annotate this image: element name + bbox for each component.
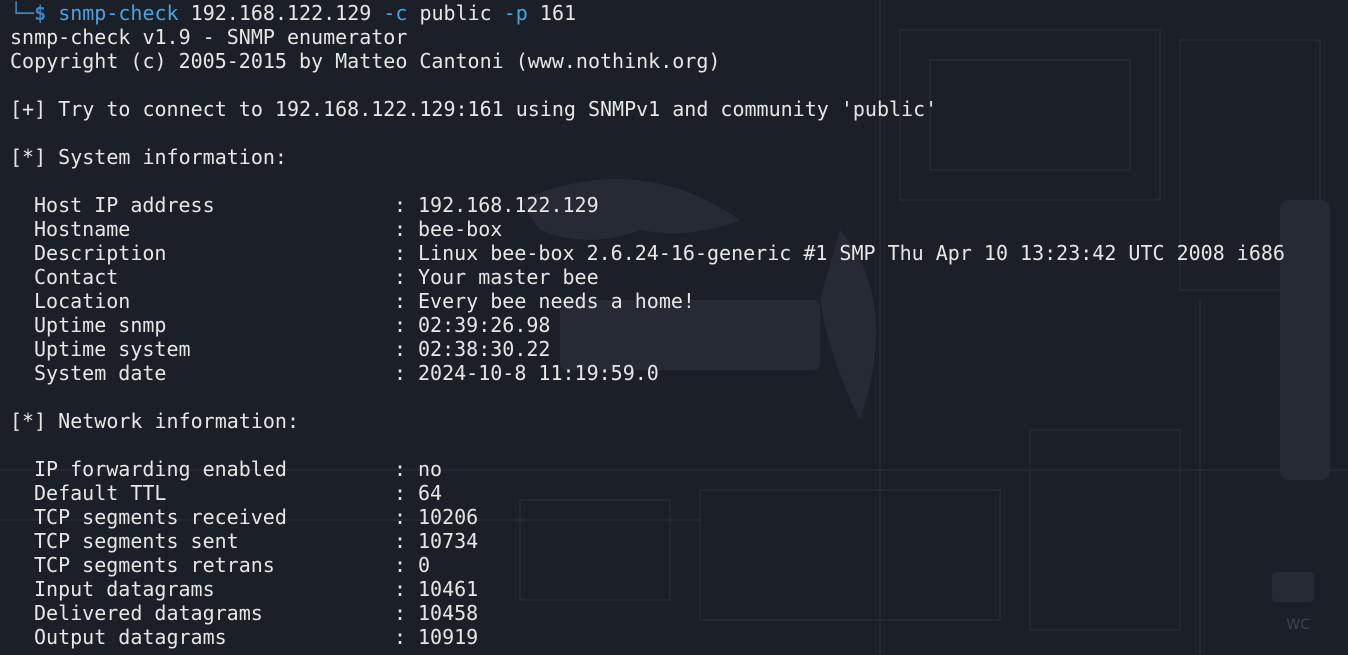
info-key: System date xyxy=(34,361,167,385)
info-value: 10919 xyxy=(418,625,479,649)
info-key: Default TTL xyxy=(34,481,167,505)
info-separator: : xyxy=(394,361,407,385)
connect-status-line: [+] Try to connect to 192.168.122.129:16… xyxy=(10,97,938,121)
info-separator: : xyxy=(394,313,407,337)
port-flag: -p xyxy=(503,1,528,25)
banner-copyright-line: Copyright (c) 2005-2015 by Matteo Canton… xyxy=(10,49,721,73)
system-info-list: Host IP address:192.168.122.129 Hostname… xyxy=(10,193,1348,385)
system-info-row: Uptime system:02:38:30.22 xyxy=(10,337,1348,361)
info-value: 02:38:30.22 xyxy=(418,337,551,361)
command-target: 192.168.122.129 xyxy=(190,1,372,25)
info-separator: : xyxy=(394,217,407,241)
info-separator: : xyxy=(394,505,407,529)
info-value: 64 xyxy=(418,481,443,505)
network-info-row: TCP segments sent:10734 xyxy=(10,529,1348,553)
info-key: Uptime system xyxy=(34,337,191,361)
info-separator: : xyxy=(394,553,407,577)
network-info-list: IP forwarding enabled: no Default TTL:64 … xyxy=(10,457,1348,649)
info-separator: : xyxy=(394,577,407,601)
system-info-row: Location: Every bee needs a home! xyxy=(10,289,1348,313)
info-value: 02:39:26.98 xyxy=(418,313,551,337)
port-value: 161 xyxy=(539,1,577,25)
banner-version-line: snmp-check v1.9 - SNMP enumerator xyxy=(10,25,408,49)
community-value: public xyxy=(419,1,492,25)
community-flag: -c xyxy=(383,1,408,25)
info-key: Location xyxy=(34,289,131,313)
info-separator: : xyxy=(394,289,407,313)
network-info-row: Delivered datagrams:10458 xyxy=(10,601,1348,625)
network-info-row: TCP segments received:10206 xyxy=(10,505,1348,529)
info-key: Hostname xyxy=(34,217,131,241)
info-value: 10206 xyxy=(418,505,479,529)
info-key: Input datagrams xyxy=(34,577,215,601)
info-value: Your master bee xyxy=(418,265,599,289)
info-value: Every bee needs a home! xyxy=(418,289,695,313)
system-info-header: [*] System information: xyxy=(10,145,287,169)
info-key: TCP segments received xyxy=(34,505,287,529)
info-key: Description xyxy=(34,241,167,265)
info-value: bee-box xyxy=(418,217,503,241)
info-value: 192.168.122.129 xyxy=(418,193,599,217)
info-key: TCP segments retrans xyxy=(34,553,275,577)
info-value: 2024-10-8 11:19:59.0 xyxy=(418,361,659,385)
command-name: snmp-check xyxy=(58,1,179,25)
info-value: 0 xyxy=(418,553,431,577)
system-info-row: Contact: Your master bee xyxy=(10,265,1348,289)
system-info-row: System date:2024-10-8 11:19:59.0 xyxy=(10,361,1348,385)
network-info-row: TCP segments retrans:0 xyxy=(10,553,1348,577)
info-key: TCP segments sent xyxy=(34,529,239,553)
info-value: Linux bee-box 2.6.24-16-generic #1 SMP T… xyxy=(418,241,1285,265)
info-separator: : xyxy=(394,625,407,649)
network-info-row: Input datagrams:10461 xyxy=(10,577,1348,601)
info-value: no xyxy=(418,457,443,481)
network-info-row: Default TTL:64 xyxy=(10,481,1348,505)
prompt-dollar-sign: $ xyxy=(34,1,47,25)
info-separator: : xyxy=(394,193,407,217)
info-separator: : xyxy=(394,457,407,481)
info-key: Contact xyxy=(34,265,119,289)
system-info-row: Host IP address:192.168.122.129 xyxy=(10,193,1348,217)
info-value: 10458 xyxy=(418,601,479,625)
system-info-row: Uptime snmp:02:39:26.98 xyxy=(10,313,1348,337)
info-separator: : xyxy=(394,337,407,361)
system-info-row: Description: Linux bee-box 2.6.24-16-gene… xyxy=(10,241,1348,265)
system-info-row: Hostname: bee-box xyxy=(10,217,1348,241)
info-value: 10734 xyxy=(418,529,479,553)
terminal-output[interactable]: └─$ snmp-check 192.168.122.129 -c public… xyxy=(10,1,1348,649)
info-key: Host IP address xyxy=(34,193,215,217)
info-separator: : xyxy=(394,241,407,265)
info-key: Uptime snmp xyxy=(34,313,167,337)
info-value: 10461 xyxy=(418,577,479,601)
info-key: Delivered datagrams xyxy=(34,601,263,625)
info-separator: : xyxy=(394,265,407,289)
info-separator: : xyxy=(394,481,407,505)
network-info-row: IP forwarding enabled: no xyxy=(10,457,1348,481)
info-key: IP forwarding enabled xyxy=(34,457,287,481)
network-info-header: [*] Network information: xyxy=(10,409,299,433)
network-info-row: Output datagrams:10919 xyxy=(10,625,1348,649)
prompt-corner-glyph: └─ xyxy=(10,1,35,25)
info-key: Output datagrams xyxy=(34,625,227,649)
info-separator: : xyxy=(394,601,407,625)
command-prompt-line: └─$ snmp-check 192.168.122.129 -c public… xyxy=(10,1,1348,25)
info-separator: : xyxy=(394,529,407,553)
